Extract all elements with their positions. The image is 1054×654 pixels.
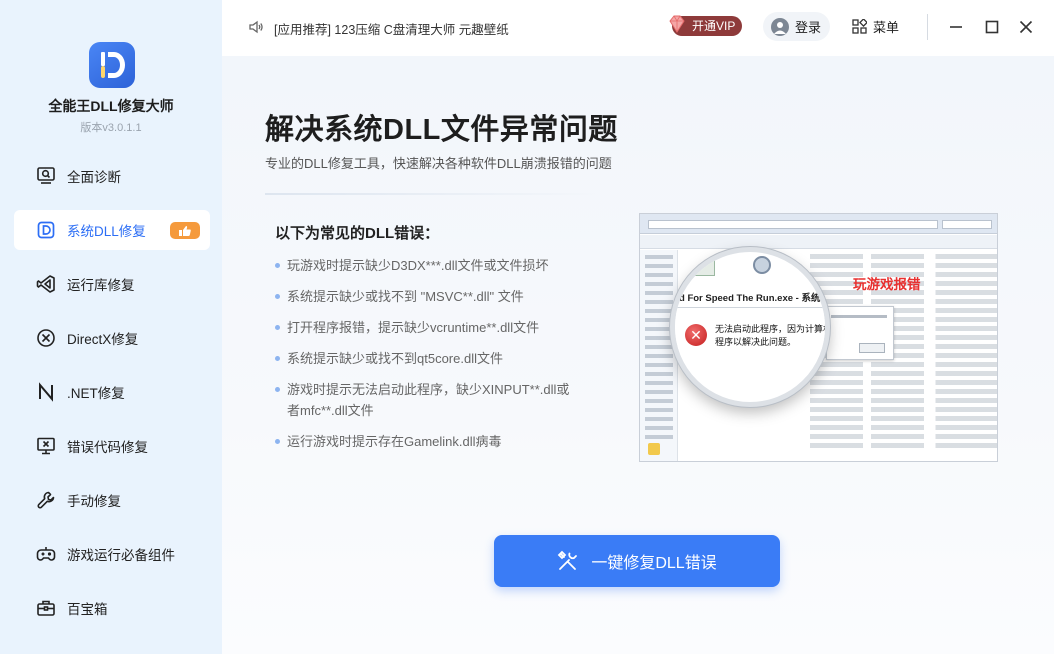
common-errors-title: 以下为常见的DLL错误： xyxy=(275,225,440,242)
app-recommendation-notice[interactable]: [应用推荐] 123压缩 C盘清理大师 元趣壁纸 xyxy=(248,19,509,38)
list-item: 游戏时提示无法启动此程序，缺少XINPUT**.dll或者mfc**.dll文件 xyxy=(275,379,575,421)
settings-gear-icon xyxy=(753,256,771,274)
sidebar-item-label: 游戏运行必备组件 xyxy=(67,548,175,563)
login-button[interactable]: 登录 xyxy=(763,12,830,41)
sidebar-item-label: DirectX修复 xyxy=(67,332,139,347)
error-example-screenshot: 玩游戏报错 d For Speed The Run.exe - 系统错误 ✕ 无… xyxy=(639,213,998,462)
tools-icon xyxy=(558,550,578,570)
close-button[interactable] xyxy=(1015,16,1037,38)
avatar-icon xyxy=(771,17,789,36)
page-subtitle: 专业的DLL修复工具，快速解决各种软件DLL崩溃报错的问题 xyxy=(265,156,612,171)
sidebar-item-runtime-repair[interactable]: 运行库修复 xyxy=(14,264,210,304)
login-label: 登录 xyxy=(795,20,822,35)
maximize-icon xyxy=(985,20,999,34)
list-item: 打开程序报错，提示缺少vcruntime**.dll文件 xyxy=(275,317,575,338)
speaker-icon xyxy=(248,20,264,37)
sidebar-item-toolbox[interactable]: 百宝箱 xyxy=(14,588,210,628)
folder-icon xyxy=(648,443,660,455)
sidebar-nav: 全面诊断 系统DLL修复 运行库修复 DirectX修复 .NET修复 错误代码… xyxy=(14,156,210,642)
file-icon xyxy=(689,254,715,276)
gamepad-icon xyxy=(36,544,56,564)
minimize-button[interactable] xyxy=(945,16,967,38)
sidebar-item-directx-repair[interactable]: DirectX修复 xyxy=(14,318,210,358)
sidebar-item-full-diagnosis[interactable]: 全面诊断 xyxy=(14,156,210,196)
diagnosis-monitor-icon xyxy=(36,166,56,186)
app-logo xyxy=(89,42,135,88)
sidebar-item-system-dll-repair[interactable]: 系统DLL修复 xyxy=(14,210,210,250)
wrench-icon xyxy=(36,490,56,510)
sidebar-item-label: .NET修复 xyxy=(67,386,125,401)
menu-label: 菜单 xyxy=(873,20,900,35)
sidebar-item-manual-repair[interactable]: 手动修复 xyxy=(14,480,210,520)
titlebar-divider xyxy=(927,14,928,40)
sidebar-item-label: 运行库修复 xyxy=(67,278,135,293)
error-monitor-icon xyxy=(36,436,56,456)
error-x-icon: ✕ xyxy=(685,324,707,346)
sidebar-item-label: 错误代码修复 xyxy=(67,440,148,455)
recommended-badge xyxy=(170,222,200,239)
dialog-message: 无法启动此程序，因为计算机中 程序以解决此问题。 xyxy=(715,324,830,347)
diamond-icon xyxy=(666,13,688,40)
magnifier-lens: d For Speed The Run.exe - 系统错误 ✕ 无法启动此程序… xyxy=(670,247,830,407)
list-item: 系统提示缺少或找不到 "MSVC**.dll" 文件 xyxy=(275,286,575,307)
sidebar-item-error-code-repair[interactable]: 错误代码修复 xyxy=(14,426,210,466)
list-item: 玩游戏时提示缺少D3DX***.dll文件或文件损坏 xyxy=(275,255,575,276)
dll-d-icon xyxy=(36,220,56,240)
toolbox-icon xyxy=(36,598,56,618)
thumbs-up-icon xyxy=(179,225,191,236)
error-dialog-thumbnail xyxy=(826,306,894,360)
sidebar-item-dotnet-repair[interactable]: .NET修复 xyxy=(14,372,210,412)
game-error-label: 玩游戏报错 xyxy=(853,277,921,292)
close-icon xyxy=(1019,20,1033,34)
app-name: 全能王DLL修复大师 xyxy=(48,98,174,114)
sidebar-item-label: 百宝箱 xyxy=(67,602,108,617)
page-title: 解决系统DLL文件异常问题 xyxy=(265,114,618,146)
list-item: 运行游戏时提示存在Gamelink.dll病毒 xyxy=(275,431,575,452)
dotnet-n-icon xyxy=(36,382,56,402)
common-errors-list: 玩游戏时提示缺少D3DX***.dll文件或文件损坏 系统提示缺少或找不到 "M… xyxy=(275,255,575,462)
menu-grid-icon xyxy=(852,19,867,34)
one-click-fix-dll-button[interactable]: 一键修复DLL错误 xyxy=(494,535,780,587)
menu-button[interactable]: 菜单 xyxy=(852,17,899,36)
sidebar-item-label: 手动修复 xyxy=(67,494,121,509)
sidebar-item-label: 系统DLL修复 xyxy=(67,224,146,239)
list-item: 系统提示缺少或找不到qt5core.dll文件 xyxy=(275,348,575,369)
main-content: 解决系统DLL文件异常问题 专业的DLL修复工具，快速解决各种软件DLL崩溃报错… xyxy=(222,56,1054,654)
visual-studio-icon xyxy=(36,274,56,294)
sidebar: 全能王DLL修复大师 版本v3.0.1.1 全面诊断 系统DLL修复 运行库修复 xyxy=(0,0,222,654)
app-version: 版本v3.0.1.1 xyxy=(80,122,142,134)
fix-button-label: 一键修复DLL错误 xyxy=(591,555,717,572)
title-divider xyxy=(265,193,600,195)
sidebar-item-label: 全面诊断 xyxy=(67,170,121,185)
sidebar-item-game-components[interactable]: 游戏运行必备组件 xyxy=(14,534,210,574)
notice-text: [应用推荐] 123压缩 C盘清理大师 元趣壁纸 xyxy=(274,23,509,37)
directx-icon xyxy=(36,328,56,348)
title-bar: [应用推荐] 123压缩 C盘清理大师 元趣壁纸 开通VIP 登录 菜单 xyxy=(222,0,1054,56)
dialog-title: d For Speed The Run.exe - 系统错误 xyxy=(679,293,830,304)
maximize-button[interactable] xyxy=(981,16,1003,38)
minimize-icon xyxy=(950,26,962,28)
